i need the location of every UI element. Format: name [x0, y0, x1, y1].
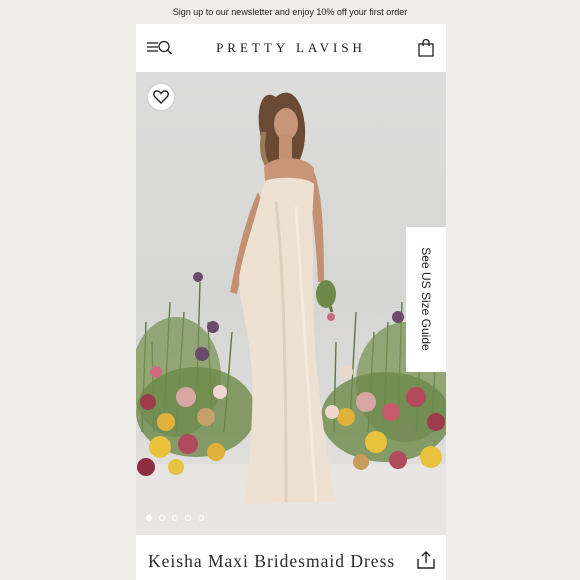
product-page: PRETTY LAVISH See US Size Guide Keisha M…	[136, 24, 446, 580]
share-button[interactable]	[417, 551, 435, 569]
product-photo	[136, 92, 446, 535]
newsletter-banner[interactable]: Sign up to our newsletter and enjoy 10% …	[0, 0, 580, 24]
shopping-bag-icon[interactable]	[418, 38, 434, 57]
heart-icon	[153, 90, 169, 104]
size-guide-label: See US Size Guide	[419, 247, 433, 351]
size-guide-tab[interactable]: See US Size Guide	[406, 227, 446, 372]
gallery-dot-1[interactable]	[146, 515, 152, 521]
gallery-pagination	[146, 515, 204, 521]
product-title: Keisha Maxi Bridesmaid Dress	[148, 551, 396, 571]
product-image-gallery[interactable]: See US Size Guide	[136, 72, 446, 535]
favorite-button[interactable]	[148, 84, 174, 110]
newsletter-banner-text: Sign up to our newsletter and enjoy 10% …	[172, 7, 408, 17]
share-icon	[417, 551, 435, 569]
brand-logo[interactable]: PRETTY LAVISH	[136, 40, 446, 56]
gallery-dot-2[interactable]	[159, 515, 165, 521]
product-title-row: Keisha Maxi Bridesmaid Dress	[136, 535, 446, 580]
gallery-dot-3[interactable]	[172, 515, 178, 521]
site-header: PRETTY LAVISH	[136, 24, 446, 72]
gallery-dot-4[interactable]	[185, 515, 191, 521]
gallery-dot-5[interactable]	[198, 515, 204, 521]
